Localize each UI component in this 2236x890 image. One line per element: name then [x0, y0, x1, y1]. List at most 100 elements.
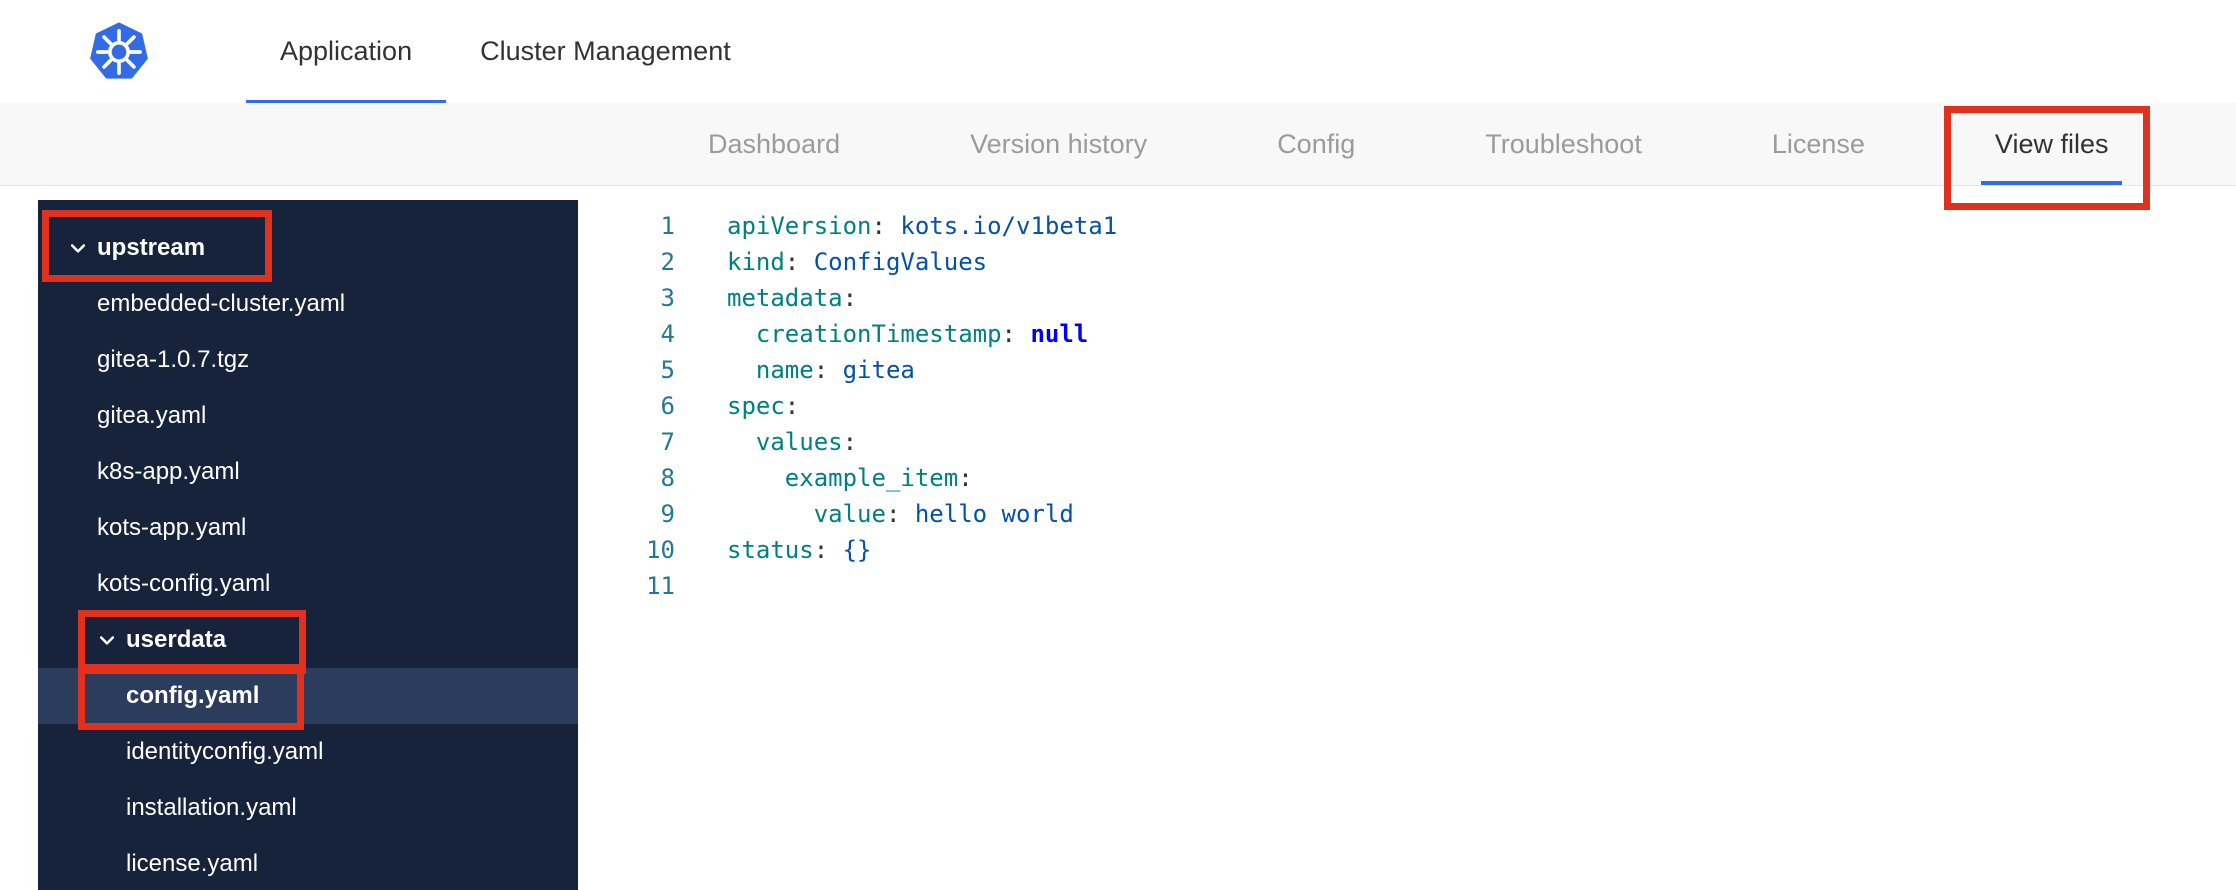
code-line: 6 spec: — [578, 388, 2236, 424]
app-header: Application Cluster Management — [0, 0, 2236, 104]
code-text: apiVersion: kots.io/v1beta1 — [727, 208, 1117, 244]
subnav-tab-dashboard[interactable]: Dashboard — [708, 103, 840, 185]
code-token: : — [813, 536, 843, 564]
tree-file-embedded-cluster-yaml[interactable]: embedded-cluster.yaml — [38, 276, 578, 332]
line-number: 1 — [660, 212, 675, 240]
line-number: 4 — [660, 320, 675, 348]
code-token: : — [885, 500, 915, 528]
file-tree-sidebar: upstream embedded-cluster.yaml gitea-1.0.7… — [38, 200, 578, 890]
tree-item-label: gitea.yaml — [97, 402, 207, 429]
code-token: name — [755, 356, 814, 384]
kubernetes-logo-icon — [88, 21, 150, 83]
tree-file-kots-config-yaml[interactable]: kots-config.yaml — [38, 556, 578, 612]
subnav-tab-config[interactable]: Config — [1277, 103, 1355, 185]
code-token: : — [813, 356, 843, 384]
code-token: creationTimestamp — [755, 320, 1002, 348]
subnav-tab-version-history[interactable]: Version history — [970, 103, 1147, 185]
code-token: apiVersion — [727, 212, 872, 240]
subnav-tab-troubleshoot[interactable]: Troubleshoot — [1485, 103, 1642, 185]
code-line: 2 kind: ConfigValues — [578, 244, 2236, 280]
code-token: {} — [842, 536, 872, 564]
code-line: 9 value: hello world — [578, 496, 2236, 532]
code-token: : — [1001, 320, 1031, 348]
tree-item-label: kots-config.yaml — [97, 570, 271, 597]
tree-item-label: config.yaml — [126, 682, 260, 709]
tree-item-label: k8s-app.yaml — [97, 458, 240, 485]
code-text: kind: ConfigValues — [727, 244, 987, 280]
code-line: 5 name: gitea — [578, 352, 2236, 388]
code-token: hello world — [914, 500, 1074, 528]
code-text: values: — [727, 424, 857, 460]
tree-item-label: identityconfig.yaml — [126, 738, 324, 765]
code-line: 11 — [578, 568, 2236, 604]
line-number: 9 — [660, 500, 675, 528]
tree-file-gitea-1-0-7-tgz[interactable]: gitea-1.0.7.tgz — [38, 332, 578, 388]
code-token: ConfigValues — [813, 248, 988, 276]
tree-item-label: installation.yaml — [126, 794, 297, 821]
code-line: 4 creationTimestamp: null — [578, 316, 2236, 352]
tree-item-label: embedded-cluster.yaml — [97, 290, 346, 317]
code-token: kots.io/v1beta1 — [900, 212, 1118, 240]
line-number: 10 — [646, 536, 675, 564]
subnav-tab-view-files[interactable]: View files — [1980, 103, 2122, 185]
tree-file-kots-app-yaml[interactable]: kots-app.yaml — [38, 500, 578, 556]
line-number: 3 — [660, 284, 675, 312]
code-line: 1 apiVersion: kots.io/v1beta1 — [578, 208, 2236, 244]
code-token: kind — [727, 248, 785, 276]
line-number: 11 — [646, 572, 675, 600]
code-text: creationTimestamp: null — [727, 316, 1088, 352]
code-token: values — [755, 428, 843, 456]
code-text: status: {} — [727, 532, 872, 568]
code-text: name: gitea — [727, 352, 915, 388]
header-tabs: Application Cluster Management — [246, 0, 765, 104]
code-text: example_item: — [727, 460, 973, 496]
line-number: 8 — [660, 464, 675, 492]
code-line: 7 values: — [578, 424, 2236, 460]
subnav-tab-license[interactable]: License — [1772, 103, 1865, 185]
tree-item-label: kots-app.yaml — [97, 514, 247, 541]
tree-file-k8s-app-yaml[interactable]: k8s-app.yaml — [38, 444, 578, 500]
tree-file-license-yaml[interactable]: license.yaml — [38, 836, 578, 890]
code-text: spec: — [727, 388, 799, 424]
code-text: value: hello world — [727, 496, 1074, 532]
tree-file-identityconfig-yaml[interactable]: identityconfig.yaml — [38, 724, 578, 780]
code-line: 8 example_item: — [578, 460, 2236, 496]
code-token: : — [842, 284, 858, 312]
code-token: value — [813, 500, 886, 528]
code-token: : — [784, 392, 800, 420]
tree-file-config-yaml[interactable]: config.yaml — [38, 668, 578, 724]
code-token: example_item — [784, 464, 959, 492]
line-number: 7 — [660, 428, 675, 456]
tree-item-label: gitea-1.0.7.tgz — [97, 346, 250, 373]
header-tab-cluster-management[interactable]: Cluster Management — [446, 0, 765, 103]
code-token: spec — [727, 392, 785, 420]
code-editor[interactable]: 1 apiVersion: kots.io/v1beta1 2 kind: Confi… — [578, 186, 2236, 890]
kots-admin-console: Application Cluster Management Dashboard V… — [0, 0, 2236, 890]
tree-file-gitea-yaml[interactable]: gitea.yaml — [38, 388, 578, 444]
line-number: 5 — [660, 356, 675, 384]
chevron-down-icon — [97, 630, 119, 650]
code-token: null — [1030, 320, 1089, 348]
chevron-down-icon — [68, 238, 90, 258]
header-tab-application[interactable]: Application — [246, 0, 447, 104]
line-number: 6 — [660, 392, 675, 420]
code-text: metadata: — [727, 280, 857, 316]
code-line: 10 status: {} — [578, 532, 2236, 568]
tree-file-installation-yaml[interactable]: installation.yaml — [38, 780, 578, 836]
code-token: : — [842, 428, 858, 456]
tree-item-label: userdata — [126, 626, 227, 653]
code-token: gitea — [842, 356, 915, 384]
code-token: status — [727, 536, 814, 564]
tree-folder-upstream[interactable]: upstream — [38, 220, 578, 276]
tree-item-label: upstream — [97, 234, 206, 261]
code-token: : — [958, 464, 973, 492]
tree-item-label: license.yaml — [126, 850, 259, 877]
code-token: : — [784, 248, 814, 276]
code-token: : — [871, 212, 901, 240]
tree-folder-userdata[interactable]: userdata — [38, 612, 578, 668]
